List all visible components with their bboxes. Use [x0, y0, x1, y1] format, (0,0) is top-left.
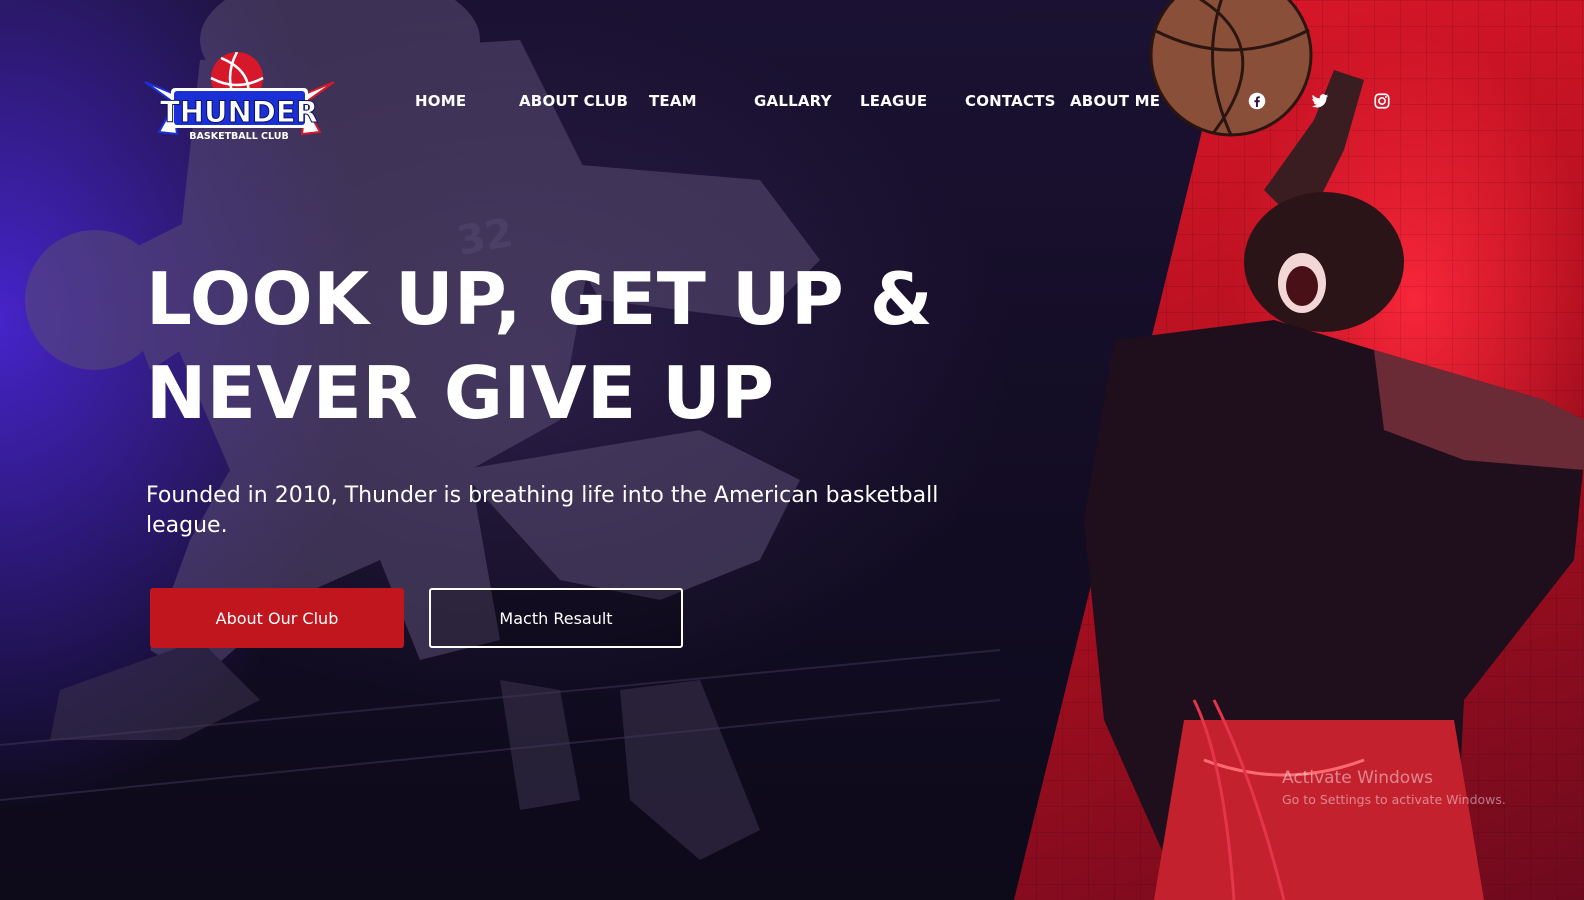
thunder-logo[interactable]: THUNDER BASKETBALL CLUB: [143, 52, 336, 144]
nav-item-home[interactable]: HOME: [415, 92, 466, 110]
hero-headline-line-2: NEVER GIVE UP: [146, 351, 775, 435]
watermark-title: Activate Windows: [1282, 768, 1433, 788]
nav-item-about-club[interactable]: ABOUT CLUB: [519, 92, 628, 110]
windows-activation-watermark: Activate Windows Go to Settings to activ…: [1282, 768, 1506, 807]
twitter-icon[interactable]: [1311, 92, 1331, 112]
dunking-player-image: [1084, 0, 1584, 900]
logo-wordmark: THUNDER: [160, 95, 318, 129]
hero-headline-line-1: LOOK UP, GET UP &: [146, 257, 934, 341]
logo-tagline: BASKETBALL CLUB: [189, 131, 288, 142]
watermark-subtitle: Go to Settings to activate Windows.: [1282, 792, 1506, 807]
nav-item-about-me[interactable]: ABOUT ME: [1070, 92, 1160, 110]
nav-item-gallary[interactable]: GALLARY: [754, 92, 832, 110]
nav-item-league[interactable]: LEAGUE: [860, 92, 927, 110]
about-our-club-button[interactable]: About Our Club: [150, 588, 404, 648]
basketball-icon: [1149, 0, 1313, 137]
hero-headline: LOOK UP, GET UP & NEVER GIVE UP: [146, 252, 1046, 440]
nav-item-contacts[interactable]: CONTACTS: [965, 92, 1056, 110]
nav-item-team[interactable]: TEAM: [649, 92, 697, 110]
instagram-icon[interactable]: [1373, 92, 1393, 112]
hero-section: 32 THUNDER BASKETBALL CLUB HOME ABOUT CL…: [0, 0, 1584, 900]
hero-subheadline: Founded in 2010, Thunder is breathing li…: [146, 483, 939, 538]
match-result-button[interactable]: Macth Resault: [429, 588, 683, 648]
facebook-icon[interactable]: [1248, 92, 1268, 112]
